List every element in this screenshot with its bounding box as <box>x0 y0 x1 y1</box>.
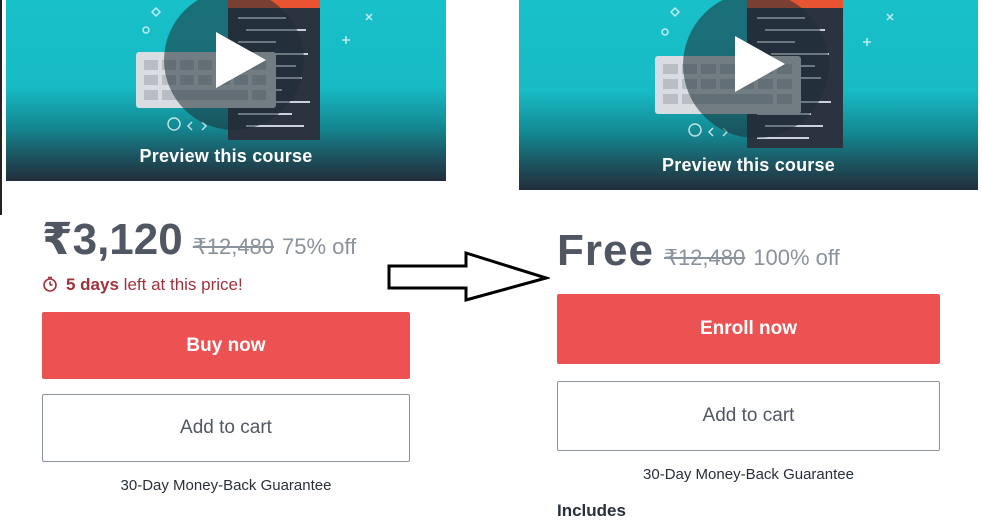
original-price: ₹12,480 <box>663 245 746 270</box>
preview-course-label: Preview this course <box>662 155 835 175</box>
discount-percent: 100% off <box>753 245 840 270</box>
course-preview-video[interactable]: Preview this course <box>6 0 446 181</box>
play-icon <box>735 36 785 92</box>
includes-heading: Includes <box>557 501 626 520</box>
deadline-days: 5 days <box>66 275 119 294</box>
course-purchase-card-before: Preview this course ₹3,120 ₹12,480 75% off… <box>0 0 450 515</box>
course-preview-video[interactable]: Preview this course <box>519 0 978 190</box>
current-price: ₹3,120 <box>42 215 183 264</box>
enroll-now-button[interactable]: Enroll now <box>557 294 940 364</box>
buy-now-button[interactable]: Buy now <box>42 312 410 379</box>
crop-edge-divider <box>0 0 2 215</box>
preview-course-label: Preview this course <box>139 146 313 166</box>
discount-percent: 75% off <box>282 234 357 259</box>
money-back-guarantee: 30-Day Money-Back Guarantee <box>643 466 854 483</box>
play-icon <box>216 32 266 88</box>
deadline-text: left at this price! <box>123 275 243 294</box>
original-price: ₹12,480 <box>192 234 275 259</box>
price-row: ₹3,120 ₹12,480 75% off <box>42 214 356 265</box>
price-row: Free ₹12,480 100% off <box>557 226 840 276</box>
add-to-cart-button[interactable]: Add to cart <box>42 394 410 462</box>
course-purchase-card-after: Preview this course Free ₹12,480 100% off … <box>519 0 982 520</box>
money-back-guarantee: 30-Day Money-Back Guarantee <box>120 477 332 494</box>
alarm-clock-icon <box>43 276 57 292</box>
add-to-cart-button[interactable]: Add to cart <box>557 381 940 451</box>
current-price: Free <box>557 226 654 275</box>
price-deadline: 5 days left at this price! <box>42 275 243 295</box>
